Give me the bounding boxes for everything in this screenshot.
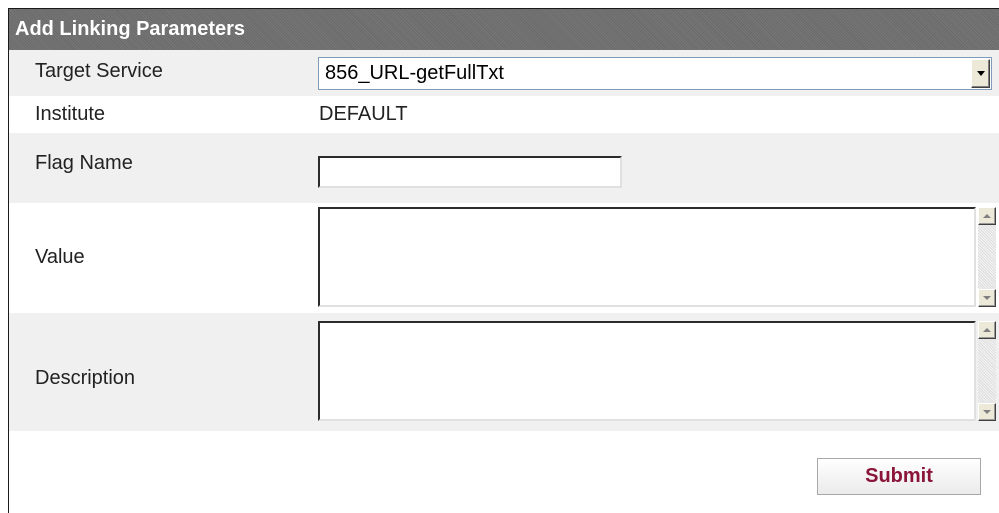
value-textarea-box <box>318 207 976 307</box>
institute-label: Institute <box>35 103 106 125</box>
value-row: Value <box>9 203 999 313</box>
chevron-down-icon <box>977 71 985 76</box>
panel-title: Add Linking Parameters <box>9 9 999 50</box>
scroll-down-button[interactable] <box>978 289 996 307</box>
scroll-down-arrow-icon <box>983 410 991 414</box>
scroll-up-button[interactable] <box>978 207 996 225</box>
value-scrollbar[interactable] <box>978 207 996 307</box>
scroll-up-arrow-icon <box>983 214 991 218</box>
target-service-select[interactable]: 856_URL-getFullTxt <box>318 57 992 90</box>
description-row: Description <box>9 313 999 431</box>
description-scrollbar[interactable] <box>978 321 996 421</box>
scroll-down-arrow-icon <box>983 296 991 300</box>
scroll-up-button[interactable] <box>978 321 996 339</box>
target-service-selected-value: 856_URL-getFullTxt <box>325 62 504 84</box>
scroll-down-button[interactable] <box>978 403 996 421</box>
description-textarea-box <box>318 321 976 421</box>
description-label: Description <box>35 367 136 389</box>
add-linking-parameters-panel: Add Linking Parameters Target Service 85… <box>8 8 999 513</box>
description-textarea[interactable] <box>320 323 974 419</box>
dropdown-button[interactable] <box>971 59 990 88</box>
target-service-row: Target Service 856_URL-getFullTxt <box>9 50 999 96</box>
institute-row: Institute DEFAULT <box>9 96 999 133</box>
value-textarea[interactable] <box>320 209 974 305</box>
target-service-label: Target Service <box>35 60 163 82</box>
scroll-up-arrow-icon <box>983 328 991 332</box>
institute-value: DEFAULT <box>319 103 408 125</box>
submit-button[interactable]: Submit <box>817 458 981 495</box>
flag-name-row: Flag Name <box>9 133 999 203</box>
flag-name-label: Flag Name <box>35 152 133 174</box>
value-label: Value <box>35 246 85 268</box>
flag-name-input[interactable] <box>318 156 622 188</box>
